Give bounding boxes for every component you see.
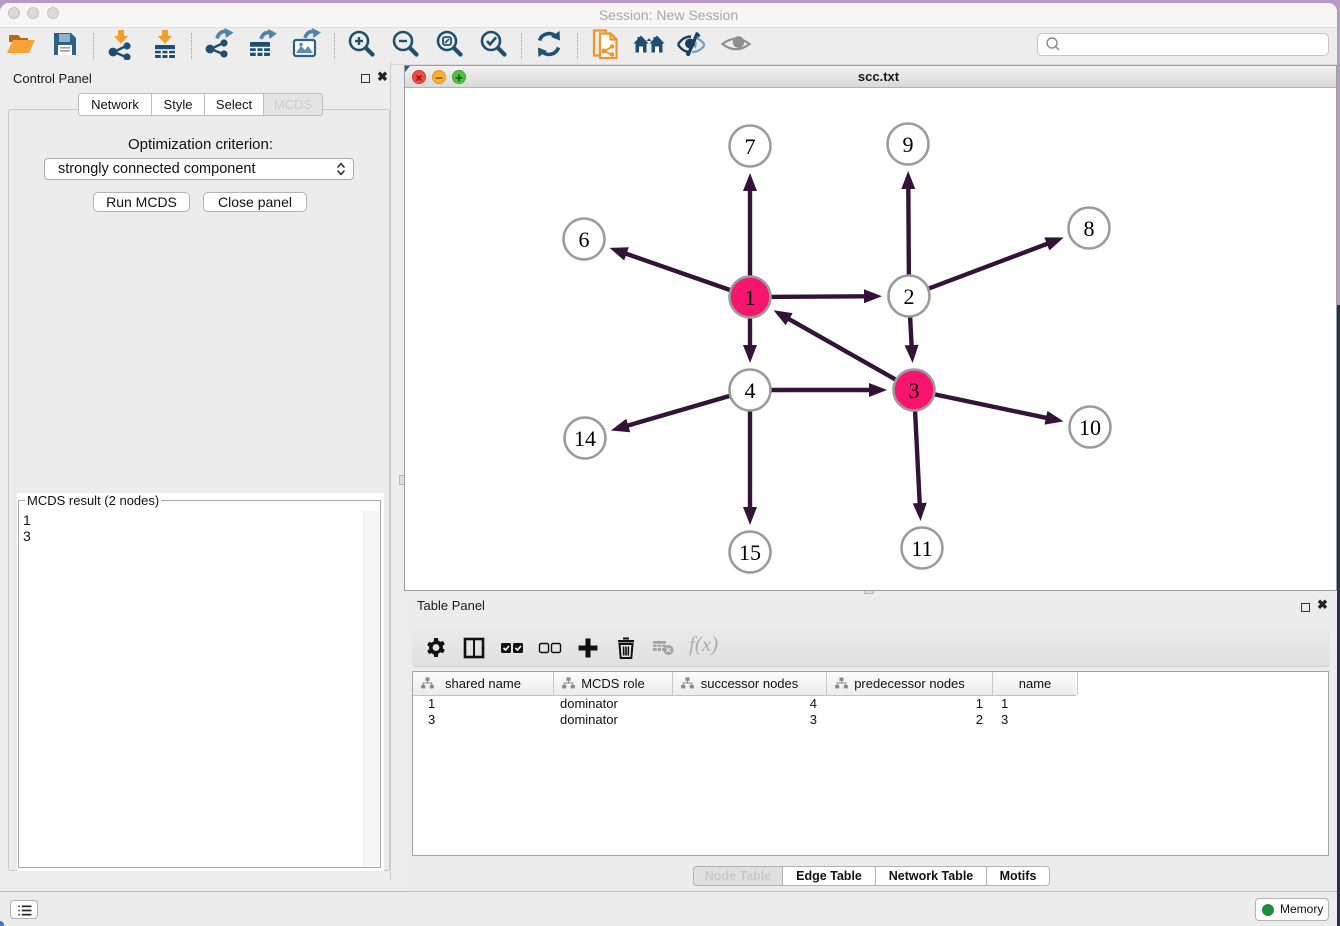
svg-text:11: 11 — [911, 536, 932, 561]
svg-text:7: 7 — [745, 134, 756, 159]
svg-text:10: 10 — [1079, 415, 1101, 440]
svg-text:1: 1 — [745, 285, 756, 310]
svg-text:4: 4 — [745, 378, 756, 403]
svg-text:8: 8 — [1084, 216, 1095, 241]
svg-text:3: 3 — [909, 378, 920, 403]
svg-text:6: 6 — [579, 227, 590, 252]
svg-text:15: 15 — [739, 540, 761, 565]
svg-text:9: 9 — [903, 132, 914, 157]
svg-text:2: 2 — [904, 284, 915, 309]
svg-text:14: 14 — [574, 426, 596, 451]
